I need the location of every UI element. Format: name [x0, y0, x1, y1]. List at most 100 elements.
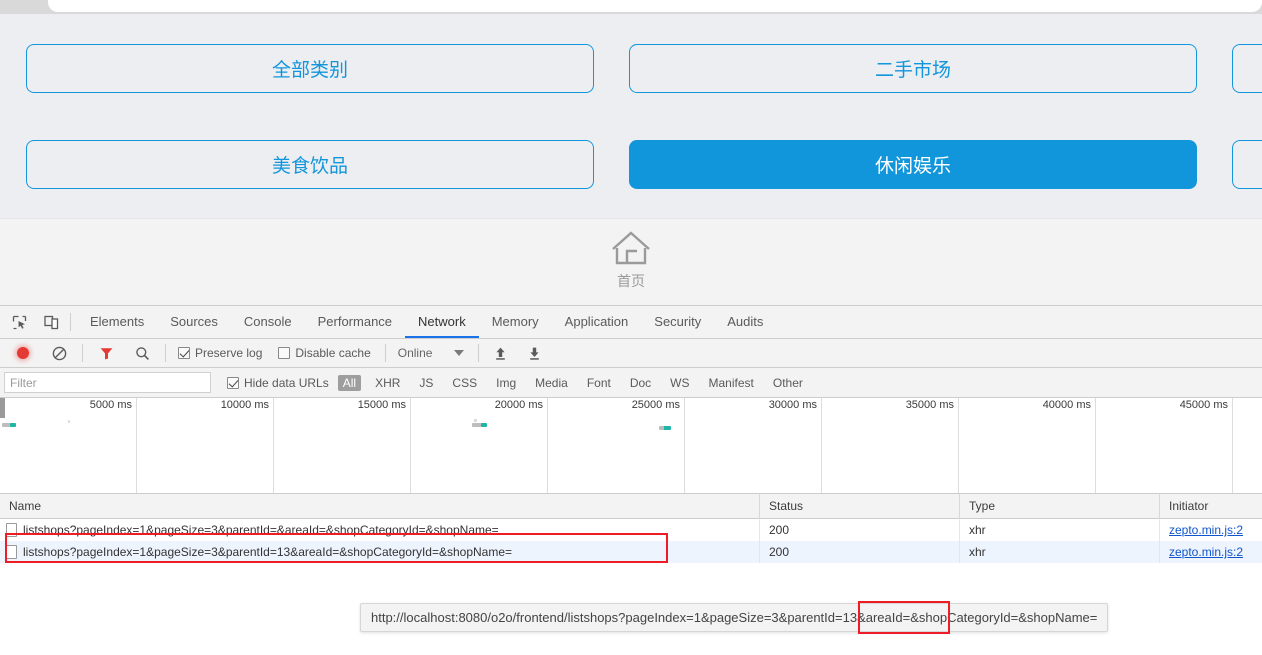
filter-type-media[interactable]: Media: [530, 375, 573, 391]
screen-root: 搜索店铺 全部类别 二手市场 美食饮品 休闲娱乐 首页: [0, 0, 1262, 655]
network-filter-bar: Hide data URLs All XHR JS CSS Img Media …: [0, 368, 1262, 398]
column-header-name[interactable]: Name: [0, 493, 760, 519]
initiator-link[interactable]: zepto.min.js:2: [1169, 545, 1243, 559]
throttle-select[interactable]: Online: [398, 346, 465, 360]
tab-console[interactable]: Console: [231, 306, 305, 338]
waterfall-marker: [10, 423, 16, 427]
home-icon: [612, 231, 650, 265]
control-divider-4: [478, 344, 480, 362]
hide-data-urls-toggle[interactable]: Hide data URLs: [227, 376, 329, 390]
request-initiator-cell[interactable]: zepto.min.js:2: [1160, 541, 1262, 563]
filter-type-all[interactable]: All: [337, 374, 362, 391]
category-button-2[interactable]: 美食饮品: [26, 140, 594, 189]
tab-application[interactable]: Application: [552, 306, 642, 338]
export-har-icon[interactable]: [521, 340, 547, 366]
category-button-offscreen-top[interactable]: [1232, 44, 1262, 93]
tooltip-url-highlight: parentId=13&: [787, 610, 866, 625]
tab-memory-label: Memory: [491, 313, 539, 329]
category-button-0[interactable]: 全部类别: [26, 44, 594, 93]
tab-elements[interactable]: Elements: [77, 306, 157, 338]
tab-network[interactable]: Network: [405, 306, 479, 338]
overview-tick-1: 10000 ms: [220, 399, 269, 411]
request-initiator-cell[interactable]: zepto.min.js:2: [1160, 519, 1262, 541]
hide-data-urls-label: Hide data URLs: [244, 375, 329, 390]
network-control-bar: Preserve log Disable cache Online: [0, 339, 1262, 368]
request-url-tooltip: http://localhost:8080/o2o/frontend/lists…: [360, 603, 1109, 632]
disable-cache-toggle[interactable]: Disable cache: [278, 346, 371, 360]
network-request-table: Name Status Type Initiator listshops?pag…: [0, 493, 1262, 563]
inspect-element-icon[interactable]: [6, 309, 32, 335]
category-label-0: 全部类别: [271, 60, 348, 81]
search-icon[interactable]: [129, 340, 155, 366]
tab-console-label: Console: [243, 313, 292, 329]
column-header-initiator[interactable]: Initiator: [1160, 494, 1262, 519]
preserve-log-toggle[interactable]: Preserve log: [178, 346, 262, 360]
shop-search-bar[interactable]: [48, 0, 1262, 12]
request-name-cell[interactable]: listshops?pageIndex=1&pageSize=3&parentI…: [0, 519, 760, 541]
tab-memory[interactable]: Memory: [479, 306, 552, 338]
overview-tick-2: 15000 ms: [357, 399, 406, 411]
record-icon[interactable]: [10, 340, 36, 366]
filter-type-doc[interactable]: Doc: [625, 375, 656, 391]
waterfall-marker: [474, 419, 477, 422]
throttle-value: Online: [397, 346, 433, 360]
request-name-text: listshops?pageIndex=1&pageSize=3&parentI…: [23, 523, 499, 537]
filter-type-css[interactable]: CSS: [447, 375, 482, 391]
category-label-2: 美食饮品: [271, 156, 348, 177]
chevron-down-icon: [454, 350, 465, 356]
filter-input[interactable]: [4, 372, 211, 393]
column-header-status[interactable]: Status: [760, 493, 960, 519]
request-type-cell: xhr: [960, 519, 1160, 541]
filter-type-img[interactable]: Img: [491, 375, 521, 391]
table-row[interactable]: listshops?pageIndex=1&pageSize=3&parentI…: [0, 541, 1262, 563]
overview-tick-7: 40000 ms: [1042, 399, 1091, 411]
home-label: 首页: [617, 273, 645, 289]
table-row[interactable]: listshops?pageIndex=1&pageSize=3&parentI…: [0, 519, 1262, 541]
overview-tick-0: 5000 ms: [89, 399, 132, 411]
disable-cache-checkbox[interactable]: [278, 347, 291, 359]
hide-data-urls-checkbox[interactable]: [227, 376, 239, 389]
toolbar-divider: [70, 313, 71, 331]
waterfall-marker: [68, 420, 70, 423]
filter-type-manifest[interactable]: Manifest: [704, 375, 759, 391]
record-dot: [17, 347, 29, 359]
request-status-cell: 200: [760, 541, 960, 563]
waterfall-marker: [659, 426, 664, 430]
tab-audits-label: Audits: [727, 313, 764, 329]
overview-tick-5: 30000 ms: [768, 399, 817, 411]
network-overview-timeline[interactable]: 5000 ms 10000 ms 15000 ms 20000 ms 25000…: [0, 398, 1262, 494]
overview-tick-4: 25000 ms: [631, 399, 680, 411]
tab-audits[interactable]: Audits: [714, 306, 776, 338]
tab-elements-label: Elements: [90, 313, 145, 329]
filter-type-font[interactable]: Font: [582, 375, 616, 391]
tooltip-url-prefix: http://localhost:8080/o2o/frontend/lists…: [371, 610, 788, 625]
filter-type-ws[interactable]: WS: [665, 375, 694, 391]
waterfall-marker: [663, 426, 671, 430]
category-button-offscreen-bottom[interactable]: [1232, 140, 1262, 189]
device-toolbar-icon[interactable]: [38, 309, 64, 335]
overview-tick-6: 35000 ms: [905, 399, 954, 411]
control-divider-3: [384, 344, 386, 362]
waterfall-marker: [481, 423, 487, 427]
request-name-cell[interactable]: listshops?pageIndex=1&pageSize=3&parentI…: [0, 541, 760, 563]
import-har-icon[interactable]: [487, 340, 513, 366]
clear-icon[interactable]: [46, 340, 72, 366]
tab-security[interactable]: Security: [641, 306, 714, 338]
table-header-row: Name Status Type Initiator: [0, 493, 1262, 519]
request-type-cell: xhr: [960, 541, 1160, 563]
bottom-nav-home[interactable]: 首页: [0, 218, 1262, 305]
filter-funnel-icon[interactable]: [93, 340, 119, 366]
preserve-log-label: Preserve log: [195, 346, 263, 360]
overview-tick-8: 45000 ms: [1179, 399, 1228, 411]
initiator-link[interactable]: zepto.min.js:2: [1169, 523, 1243, 537]
preserve-log-checkbox[interactable]: [178, 347, 190, 359]
tab-performance[interactable]: Performance: [305, 306, 405, 338]
filter-type-xhr[interactable]: XHR: [370, 375, 405, 391]
filter-type-js[interactable]: JS: [414, 375, 438, 391]
column-header-type[interactable]: Type: [960, 493, 1160, 519]
category-button-1[interactable]: 二手市场: [629, 44, 1197, 93]
category-button-3[interactable]: 休闲娱乐: [629, 140, 1197, 189]
tab-sources[interactable]: Sources: [157, 306, 231, 338]
tab-application-label: Application: [564, 313, 629, 329]
filter-type-other[interactable]: Other: [768, 375, 808, 391]
